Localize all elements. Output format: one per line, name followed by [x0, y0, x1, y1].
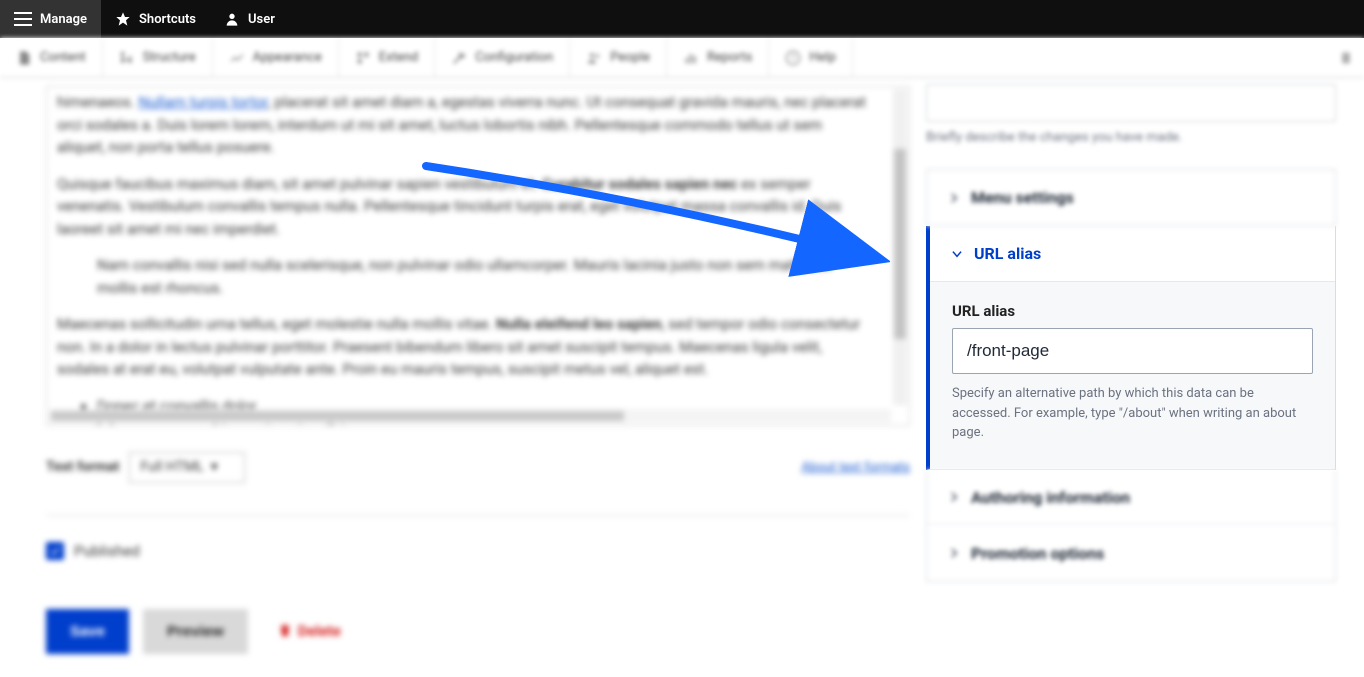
- admin-extend-label: Extend: [379, 50, 419, 65]
- toolbar-shortcuts[interactable]: Shortcuts: [101, 0, 210, 38]
- hamburger-icon: [14, 12, 32, 26]
- star-icon: [115, 11, 131, 27]
- structure-icon: [119, 50, 135, 66]
- url-alias-header[interactable]: URL alias: [930, 226, 1335, 281]
- admin-help-label: Help: [809, 50, 836, 65]
- admin-help[interactable]: ? Help: [769, 38, 853, 77]
- scrollbar-horizontal[interactable]: [49, 409, 891, 423]
- admin-reports[interactable]: Reports: [667, 38, 769, 77]
- text-format-label: Text format: [46, 457, 119, 478]
- svg-text:?: ?: [791, 53, 796, 64]
- chevron-right-icon: [947, 490, 961, 504]
- file-icon: [16, 50, 32, 66]
- body-editor[interactable]: himenaeos. Nullam turpis tortor, placera…: [46, 86, 910, 426]
- promotion-options-panel[interactable]: Promotion options: [926, 526, 1336, 582]
- admin-reports-label: Reports: [707, 50, 752, 65]
- admin-right: [1340, 38, 1364, 77]
- text: , placerat sit amet diam a, egestas vive…: [57, 93, 866, 156]
- chevron-down-icon: [950, 247, 964, 261]
- text: , sed tempor odio consectetur non. In a …: [57, 315, 860, 378]
- text: himenaeos.: [57, 93, 138, 111]
- published-checkbox[interactable]: [46, 542, 64, 560]
- chevron-right-icon: [947, 546, 961, 560]
- topbar: Manage Shortcuts User: [0, 0, 1364, 38]
- trash-icon: [278, 623, 292, 639]
- menu-settings-label: Menu settings: [971, 188, 1074, 207]
- url-alias-input[interactable]: [952, 328, 1313, 374]
- text: Nam convallis nisi sed nulla scelerisque…: [97, 254, 873, 299]
- scrollbar-vertical[interactable]: [893, 89, 907, 405]
- url-alias-help: Specify an alternative path by which thi…: [952, 384, 1313, 443]
- toolbar-manage[interactable]: Manage: [0, 0, 101, 38]
- text: Curabitur sodales sapien nec: [542, 175, 737, 193]
- about-text-formats-link[interactable]: About text formats: [801, 458, 910, 478]
- published-label: Published: [74, 540, 140, 563]
- admin-people[interactable]: People: [570, 38, 667, 77]
- toolbar-user[interactable]: User: [210, 0, 289, 38]
- admin-structure[interactable]: Structure: [103, 38, 213, 77]
- admin-content[interactable]: Content: [0, 38, 103, 77]
- wrench-icon: [451, 50, 467, 66]
- text: Quisque faucibus maximus diam, sit amet …: [57, 175, 542, 193]
- admin-appearance-label: Appearance: [253, 50, 322, 65]
- authoring-label: Authoring information: [971, 488, 1130, 507]
- admin-configuration-label: Configuration: [475, 50, 553, 65]
- admin-menu: Content Structure Appearance Extend Conf…: [0, 38, 1364, 78]
- text-format-value: Full HTML: [140, 459, 204, 475]
- vertical-dots-icon[interactable]: [1340, 50, 1356, 66]
- user-label: User: [248, 12, 275, 27]
- admin-appearance[interactable]: Appearance: [213, 38, 339, 77]
- sidebar: Briefly describe the changes you have ma…: [910, 78, 1364, 582]
- url-alias-header-label: URL alias: [974, 244, 1041, 263]
- text-format-select[interactable]: Full HTML ▾: [129, 452, 244, 483]
- revision-log-help: Briefly describe the changes you have ma…: [926, 130, 1336, 145]
- help-icon: ?: [785, 50, 801, 66]
- admin-people-label: People: [610, 50, 650, 65]
- text: Maecenas sollicitudin urna tellus, eget …: [57, 315, 496, 333]
- delete-button[interactable]: Delete: [278, 620, 341, 643]
- reports-icon: [683, 50, 699, 66]
- divider: [46, 515, 910, 516]
- url-alias-panel[interactable]: URL alias URL alias Specify an alternati…: [926, 226, 1336, 470]
- user-icon: [224, 11, 240, 27]
- save-button[interactable]: Save: [46, 609, 129, 654]
- text: ex semper venenatis. Vestibulum convalli…: [57, 175, 841, 238]
- admin-content-label: Content: [40, 50, 86, 65]
- people-icon: [586, 50, 602, 66]
- main-content-area: himenaeos. Nullam turpis tortor, placera…: [0, 78, 910, 654]
- menu-settings-panel[interactable]: Menu settings: [926, 169, 1336, 226]
- authoring-info-panel[interactable]: Authoring information: [926, 470, 1336, 526]
- appearance-icon: [229, 50, 245, 66]
- url-alias-field-label: URL alias: [952, 302, 1313, 320]
- list-item: Donec et convallis dolor: [97, 395, 873, 418]
- list-item: Integer consequat ipsum in enim ultrices: [97, 417, 873, 426]
- shortcuts-label: Shortcuts: [139, 12, 196, 27]
- admin-configuration[interactable]: Configuration: [435, 38, 570, 77]
- promotion-label: Promotion options: [971, 544, 1104, 563]
- manage-label: Manage: [40, 12, 87, 27]
- admin-extend[interactable]: Extend: [339, 38, 436, 77]
- delete-label: Delete: [298, 620, 341, 643]
- link[interactable]: Nullam turpis tortor: [138, 93, 267, 111]
- chevron-right-icon: [947, 191, 961, 205]
- admin-structure-label: Structure: [143, 50, 196, 65]
- check-icon: [49, 545, 61, 557]
- text: Nulla eleifend leo sapien: [496, 315, 662, 333]
- revision-log-input[interactable]: [926, 84, 1336, 122]
- preview-button[interactable]: Preview: [143, 609, 248, 654]
- extend-icon: [355, 50, 371, 66]
